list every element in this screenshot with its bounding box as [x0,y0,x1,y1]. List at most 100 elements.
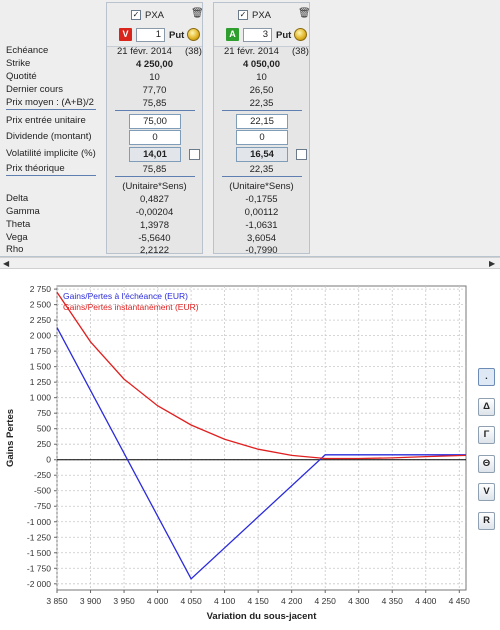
label-underline [6,109,96,110]
y-tick-label: -250 [34,470,51,480]
legend-entry-1: Gains/Pertes à l'échéance (EUR) [63,291,188,301]
label-gamma: Gamma [6,206,40,217]
y-tick-label: -750 [34,501,51,511]
entry-price-input[interactable]: 75,00 [129,114,181,129]
y-tick-label: 500 [37,424,51,434]
entry-price-input[interactable]: 22,15 [236,114,288,129]
y-tick-label: 1 000 [30,393,52,403]
side-badge[interactable]: A [226,28,239,41]
volatility-field[interactable]: 14,01 [129,147,181,162]
column-underline [222,176,302,177]
y-tick-label: -500 [34,486,51,496]
y-tick-label: -1 250 [27,532,51,542]
y-tick-label: 2 750 [30,284,52,294]
label-rho: Rho [6,244,24,255]
x-tick-label: 4 300 [348,596,370,606]
last-price-value: 77,70 [142,85,167,96]
label-volatilite: Volatilité implicite (%) [6,148,96,159]
scroll-right-icon[interactable]: ▶ [489,259,495,268]
option-column-2: ✓ PXA 🗑 A 3 Put 21 févr. 2014 (38) 4 050… [213,2,311,256]
include-checkbox[interactable]: ✓ [238,10,248,20]
y-tick-label: 1 750 [30,346,52,356]
label-theta: Theta [6,219,31,230]
chart-mode-pl-button[interactable]: . [478,368,495,386]
underlying-name: PXA [145,10,165,21]
days-to-expiry: (38) [292,46,309,57]
y-tick-label: -2 000 [27,579,51,589]
option-type: Put [276,30,292,41]
rho-value: 2,2122 [139,245,170,256]
y-tick-label: 2 250 [30,315,52,325]
quantity-input[interactable]: 1 [136,28,165,42]
y-tick-label: 0 [46,455,51,465]
chart-mode-gamma-button[interactable]: Γ [478,426,495,444]
label-dividende: Dividende (montant) [6,131,92,142]
rho-value: -0,7990 [245,245,278,256]
put-settings-icon[interactable] [294,28,307,41]
avg-price-value: 75,85 [142,98,167,109]
expiry-date: 21 févr. 2014 [224,46,279,57]
y-tick-label: -1 750 [27,563,51,573]
label-underline [6,175,96,176]
vega-value: -5,5640 [138,233,171,244]
y-tick-label: 1 250 [30,377,52,387]
trash-icon[interactable]: 🗑 [191,8,204,19]
y-tick-label: 2 000 [30,331,52,341]
quantity-input[interactable]: 3 [243,28,272,42]
payoff-chart-area: 2 750 2 500 2 250 2 000 1 750 1 500 1 250 1 000… [0,270,500,627]
expiry-date: 21 févr. 2014 [117,46,172,57]
strike-value: 4 250,00 [136,59,173,70]
x-tick-label: 3 950 [113,596,135,606]
y-tick-label: 750 [37,408,51,418]
vega-value: 3,6054 [246,233,277,244]
label-dernier-cours: Dernier cours [6,84,64,95]
include-checkbox[interactable]: ✓ [131,10,141,20]
label-delta: Delta [6,193,29,204]
quotite-value: 10 [256,72,267,83]
option-header: ✓ PXA 🗑 A 3 Put [214,3,311,47]
chart-mode-rho-button[interactable]: R [478,512,495,530]
label-prix-theorique: Prix théorique [6,163,65,174]
theoretical-price-value: 75,85 [142,164,167,175]
column-underline [222,110,302,111]
chart-mode-vega-button[interactable]: V [478,483,495,501]
x-tick-label: 4 100 [214,596,236,606]
y-tick-label: 250 [37,439,51,449]
x-tick-label: 4 250 [315,596,337,606]
label-prix-entree: Prix entrée unitaire [6,115,86,126]
last-price-value: 26,50 [249,85,274,96]
days-to-expiry: (38) [185,46,202,57]
gamma-value: -0,00204 [135,207,174,218]
label-strike: Strike [6,58,31,69]
put-settings-icon[interactable] [187,28,200,41]
volatility-lock-checkbox[interactable] [189,149,200,160]
chart-mode-theta-button[interactable]: Θ [478,455,495,473]
side-badge[interactable]: V [119,28,132,41]
trash-icon[interactable]: 🗑 [298,8,311,19]
y-tick-label: 2 500 [30,300,52,310]
dividend-input[interactable]: 0 [236,130,288,145]
strike-value: 4 050,00 [243,59,280,70]
option-legs-panel: Echéance Strike Quotité Dernier cours Pr… [0,0,500,257]
quotite-value: 10 [149,72,160,83]
chart-mode-delta-button[interactable]: Δ [478,398,495,416]
scroll-left-icon[interactable]: ◀ [3,259,9,268]
volatility-field[interactable]: 16,54 [236,147,288,162]
column-underline [115,176,195,177]
gamma-value: 0,00112 [244,207,279,218]
dividend-input[interactable]: 0 [129,130,181,145]
payoff-chart: 2 750 2 500 2 250 2 000 1 750 1 500 1 250 1 000… [5,284,470,622]
x-tick-label: 4 400 [415,596,437,606]
label-prix-moyen: Prix moyen : (A+B)/2 [6,97,94,108]
x-tick-label: 4 200 [281,596,303,606]
x-tick-label: 4 350 [382,596,404,606]
horizontal-scrollbar[interactable]: ◀ ▶ [0,257,500,269]
delta-value: -0,1755 [245,194,278,205]
x-axis-label: Variation du sous-jacent [207,611,318,622]
label-echeance: Echéance [6,45,49,56]
y-tick-label: 1 500 [30,362,52,372]
delta-value: 0,4827 [139,194,170,205]
y-tick-label: -1 500 [27,548,51,558]
volatility-lock-checkbox[interactable] [296,149,307,160]
unit-note: (Unitaire*Sens) [229,181,294,192]
